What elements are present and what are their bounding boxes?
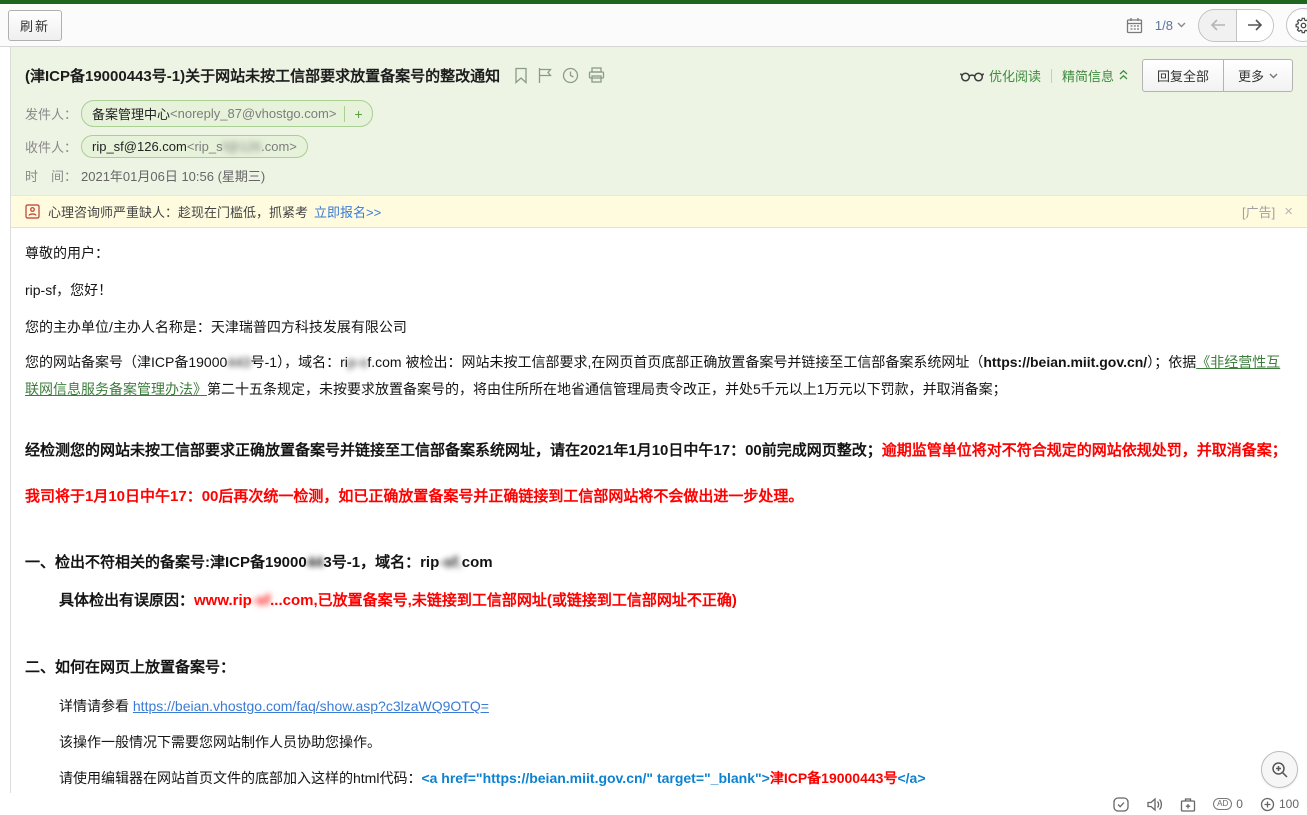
miit-url: https://beian.miit.gov.cn/ [983,354,1147,370]
ad-text: 心理咨询师严重缺人：趁现在门槛低，抓紧考 [48,202,308,221]
mail-timestamp: 2021年01月06日 10:56 (星期三) [81,166,265,185]
ad-tag: [广告] [1242,202,1275,221]
redacted-domain: -sf. [439,554,462,571]
error-reason-line: 具体检出有误原因：www.rip-sf...com,已放置备案号,未链接到工信部… [25,591,1293,611]
flag-icon[interactable] [537,67,553,84]
ad-signup-link[interactable]: 立即报名>> [314,202,381,221]
html-code-close-tag: </a> [897,770,925,786]
violation-notice-paragraph: 您的网站备案号（津ICP备19000443号-1），域名：rip-sf.com … [25,349,1293,403]
ad-cert-icon [25,204,40,219]
mail-header: (津ICP备19000443号-1)关于网站未按工信部要求放置备案号的整改通知 … [11,47,1307,195]
chevron-down-icon [1177,22,1186,28]
mail-nav-arrows [1198,9,1274,42]
reply-button-group: 回复全部 更多 [1142,59,1293,92]
ad-badge-icon: AD [1213,798,1232,810]
refresh-button[interactable]: 刷新 [8,10,62,41]
zoom-level-indicator[interactable]: 100 [1260,797,1299,812]
zoom-in-floating-button[interactable] [1261,751,1298,788]
reading-pane: (津ICP备19000443号-1)关于网站未按工信部要求放置备案号的整改通知 … [10,47,1307,793]
section-two-heading: 二、如何在网页上放置备案号： [25,658,1293,678]
ad-count: 0 [1236,797,1243,811]
time-row: 时 间： 2021年01月06日 10:56 (星期三) [25,166,1293,185]
glasses-icon [960,70,984,82]
reply-all-button[interactable]: 回复全部 [1143,60,1223,91]
salutation-line: rip-sf，您好！ [25,280,1293,300]
next-mail-button[interactable] [1236,10,1273,41]
ad-banner[interactable]: 心理咨询师严重缺人：趁现在门槛低，抓紧考 立即报名>> [广告] × [11,195,1307,228]
organizer-line: 您的主办单位/主办人名称是：天津瑞普四方科技发展有限公司 [25,317,1293,337]
redacted-domain: -sf [252,592,270,609]
settings-gear-button[interactable] [1286,8,1307,42]
redacted-icp-digits: 443 [227,354,250,370]
optimize-reading-link[interactable]: 优化阅读 [960,66,1041,85]
ad-filter-indicator[interactable]: AD 0 [1213,797,1243,811]
to-row: 收件人： rip_sf@126.com <rip_s f@126 .com> [25,135,1293,158]
divider [1051,69,1052,83]
speaker-icon[interactable] [1146,797,1163,812]
more-button[interactable]: 更多 [1223,60,1292,91]
zoom-percentage: 100 [1279,797,1299,811]
redacted-icp-digits: 44 [307,554,324,571]
archive-box-icon[interactable] [1180,797,1196,812]
section-one-heading: 一、检出不符相关的备案号:津ICP备19000443号-1，域名：rip-sf.… [25,553,1293,573]
from-label: 发件人： [25,104,81,123]
clock-icon[interactable] [562,67,579,84]
close-icon[interactable]: × [1284,203,1293,220]
chevron-down-icon [1269,73,1278,79]
chevron-up-icon [1119,70,1128,81]
helper-note-line: 该操作一般情况下需要您网站制作人员协助您操作。 [25,732,1293,752]
prev-mail-button[interactable] [1199,10,1236,41]
mail-body: 尊敬的用户： rip-sf，您好！ 您的主办单位/主办人名称是：天津瑞普四方科技… [11,228,1307,793]
to-contact-pill[interactable]: rip_sf@126.com <rip_s f@126 .com> [81,135,308,158]
time-label: 时 间： [25,166,81,185]
concise-info-toggle[interactable]: 精简信息 [1062,66,1128,85]
recheck-warning-paragraph: 我司将于1月10日中午17：00后再次统一检测，如已正确放置备案号并正确链接到工… [25,487,1293,507]
faq-link[interactable]: https://beian.vhostgo.com/faq/show.asp?c… [133,698,489,714]
redacted-address: f@126 [223,139,262,154]
zoom-plus-icon [1260,797,1275,812]
faq-line: 详情请参看 https://beian.vhostgo.com/faq/show… [25,696,1293,716]
read-receipt-icon[interactable] [1113,797,1129,812]
calendar-icon[interactable] [1126,17,1143,34]
from-row: 发件人： 备案管理中心 <noreply_87@vhostgo.com> + [25,100,1293,127]
deadline-paragraph: 经检测您的网站未按工信部要求正确放置备案号并链接至工信部备案系统网址，请在202… [25,441,1293,461]
html-code-icp-number: 津ICP备19000443号 [770,770,898,786]
page-indicator[interactable]: 1/8 [1155,18,1186,33]
status-bar: AD 0 100 [0,793,1307,815]
add-contact-button[interactable]: + [344,106,371,122]
redacted-domain: p-s [348,354,367,370]
from-contact-pill[interactable]: 备案管理中心 <noreply_87@vhostgo.com> + [81,100,373,127]
print-icon[interactable] [588,67,605,84]
subject-action-icons [514,67,605,84]
html-code-open-tag: <a href="https://beian.miit.gov.cn/" tar… [421,770,769,786]
html-code-line: 请使用编辑器在网站首页文件的底部加入这样的html代码：<a href="htt… [25,768,1293,788]
mail-subject: (津ICP备19000443号-1)关于网站未按工信部要求放置备案号的整改通知 [25,65,500,86]
toolbar: 刷新 1/8 [0,4,1307,47]
bookmark-icon[interactable] [514,67,528,84]
greeting-line: 尊敬的用户： [25,243,1293,263]
to-label: 收件人： [25,137,81,156]
